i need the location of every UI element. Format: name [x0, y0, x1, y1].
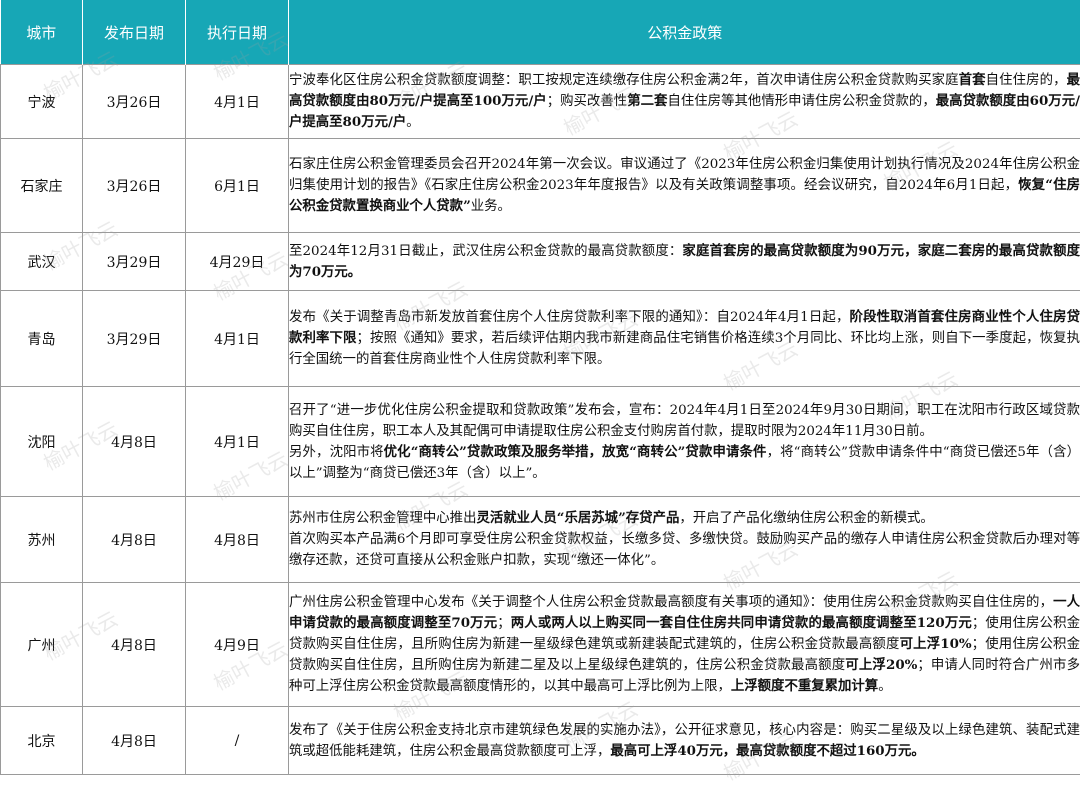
cell-policy: 至2024年12月31日截止，武汉住房公积金贷款的最高贷款额度：家庭首套房的最高…	[289, 233, 1080, 291]
cell-effective-date: /	[186, 707, 289, 775]
policy-text: ；	[497, 616, 510, 631]
cell-release-date: 4月8日	[83, 497, 186, 583]
policy-text: 自住住房的，	[986, 73, 1067, 88]
policy-text: 。	[878, 679, 891, 694]
header-effective-date: 执行日期	[186, 0, 289, 65]
header-release-date: 发布日期	[83, 0, 186, 65]
cell-policy: 召开了“进一步优化住房公积金提取和贷款政策”发布会，宣布：2024年4月1日至2…	[289, 387, 1080, 497]
table-row: 沈阳4月8日4月1日召开了“进一步优化住房公积金提取和贷款政策”发布会，宣布：2…	[1, 387, 1080, 497]
policy-paragraph: 另外，沈阳市将优化“商转公”贷款政策及服务举措，放宽“商转公”贷款申请条件，将“…	[289, 442, 1080, 484]
policy-text: ；购买改善性	[547, 94, 628, 109]
policy-paragraph: 苏州市住房公积金管理中心推出灵活就业人员“乐居苏城”存贷产品，开启了产品化缴纳住…	[289, 508, 1080, 529]
cell-city: 北京	[1, 707, 83, 775]
policy-paragraph: 发布了《关于住房公积金支持北京市建筑绿色发展的实施办法》，公开征求意见，核心内容…	[289, 720, 1080, 762]
cell-effective-date: 4月8日	[186, 497, 289, 583]
policy-text: 。	[406, 115, 419, 130]
cell-policy: 宁波奉化区住房公积金贷款额度调整：职工按规定连续缴存住房公积金满2年，首次申请住…	[289, 65, 1080, 139]
cell-city: 宁波	[1, 65, 83, 139]
table-row: 宁波3月26日4月1日宁波奉化区住房公积金贷款额度调整：职工按规定连续缴存住房公…	[1, 65, 1080, 139]
policy-table: 城市 发布日期 执行日期 公积金政策 宁波3月26日4月1日宁波奉化区住房公积金…	[0, 0, 1080, 775]
cell-release-date: 3月26日	[83, 139, 186, 233]
policy-highlight: 优化“商转公”贷款政策及服务举措，放宽“商转公”贷款申请条件	[384, 444, 767, 460]
policy-highlight: 第二套	[627, 93, 667, 109]
policy-paragraph: 宁波奉化区住房公积金贷款额度调整：职工按规定连续缴存住房公积金满2年，首次申请住…	[289, 70, 1080, 133]
table-row: 苏州4月8日4月8日苏州市住房公积金管理中心推出灵活就业人员“乐居苏城”存贷产品…	[1, 497, 1080, 583]
table-row: 广州4月8日4月9日广州住房公积金管理中心发布《关于调整个人住房公积金贷款最高额…	[1, 583, 1080, 707]
cell-policy: 石家庄住房公积金管理委员会召开2024年第一次会议。审议通过了《2023年住房公…	[289, 139, 1080, 233]
cell-city: 沈阳	[1, 387, 83, 497]
policy-paragraph: 广州住房公积金管理中心发布《关于调整个人住房公积金贷款最高额度有关事项的通知》：…	[289, 592, 1080, 697]
header-policy: 公积金政策	[289, 0, 1080, 65]
cell-city: 青岛	[1, 291, 83, 387]
table-row: 武汉3月29日4月29日至2024年12月31日截止，武汉住房公积金贷款的最高贷…	[1, 233, 1080, 291]
policy-text: 宁波奉化区住房公积金贷款额度调整：职工按规定连续缴存住房公积金满2年，首次申请住…	[289, 73, 959, 88]
cell-policy: 苏州市住房公积金管理中心推出灵活就业人员“乐居苏城”存贷产品，开启了产品化缴纳住…	[289, 497, 1080, 583]
policy-highlight: 可上浮10%	[900, 636, 972, 652]
cell-effective-date: 4月1日	[186, 387, 289, 497]
policy-highlight: 两人或两人以上购买同一套自住住房共同申请贷款的最高额度调整至120万元	[511, 615, 972, 631]
cell-city: 苏州	[1, 497, 83, 583]
cell-effective-date: 4月29日	[186, 233, 289, 291]
policy-paragraph: 召开了“进一步优化住房公积金提取和贷款政策”发布会，宣布：2024年4月1日至2…	[289, 400, 1080, 442]
policy-paragraph: 首次购买本产品满6个月即可享受住房公积金贷款权益，长缴多贷、多缴快贷。鼓励购买产…	[289, 529, 1080, 571]
policy-text: 另外，沈阳市将	[289, 445, 384, 460]
cell-policy: 发布了《关于住房公积金支持北京市建筑绿色发展的实施办法》，公开征求意见，核心内容…	[289, 707, 1080, 775]
table-row: 青岛3月29日4月1日发布《关于调整青岛市新发放首套住房个人住房贷款利率下限的通…	[1, 291, 1080, 387]
cell-effective-date: 4月1日	[186, 291, 289, 387]
policy-paragraph: 石家庄住房公积金管理委员会召开2024年第一次会议。审议通过了《2023年住房公…	[289, 154, 1080, 217]
policy-text: ，开启了产品化缴纳住房公积金的新模式。	[679, 511, 933, 526]
policy-text: 召开了“进一步优化住房公积金提取和贷款政策”发布会，宣布：2024年4月1日至2…	[289, 403, 1080, 439]
header-city: 城市	[1, 0, 83, 65]
cell-city: 广州	[1, 583, 83, 707]
cell-effective-date: 4月1日	[186, 65, 289, 139]
cell-city: 武汉	[1, 233, 83, 291]
policy-text: 广州住房公积金管理中心发布《关于调整个人住房公积金贷款最高额度有关事项的通知》：…	[289, 595, 1053, 610]
policy-text: 至2024年12月31日截止，武汉住房公积金贷款的最高贷款额度：	[289, 244, 682, 259]
policy-paragraph: 发布《关于调整青岛市新发放首套住房个人住房贷款利率下限的通知》：自2024年4月…	[289, 307, 1080, 370]
cell-release-date: 4月8日	[83, 387, 186, 497]
policy-text: 自住住房等其他情形申请住房公积金贷款的，	[667, 94, 935, 109]
policy-text: 石家庄住房公积金管理委员会召开2024年第一次会议。审议通过了《2023年住房公…	[289, 157, 1080, 193]
cell-effective-date: 4月9日	[186, 583, 289, 707]
policy-text: ；按照《通知》要求，若后续评估期内我市新建商品住宅销售价格连续3个月同比、环比均…	[289, 331, 1080, 367]
cell-policy: 发布《关于调整青岛市新发放首套住房个人住房贷款利率下限的通知》：自2024年4月…	[289, 291, 1080, 387]
table-row: 石家庄3月26日6月1日石家庄住房公积金管理委员会召开2024年第一次会议。审议…	[1, 139, 1080, 233]
cell-release-date: 3月29日	[83, 291, 186, 387]
policy-highlight: 可上浮20%	[845, 657, 917, 673]
table-row: 北京4月8日/发布了《关于住房公积金支持北京市建筑绿色发展的实施办法》，公开征求…	[1, 707, 1080, 775]
cell-release-date: 3月26日	[83, 65, 186, 139]
cell-release-date: 3月29日	[83, 233, 186, 291]
table-header-row: 城市 发布日期 执行日期 公积金政策	[1, 0, 1080, 65]
policy-highlight: 最高可上浮40万元，最高贷款额度不超过160万元。	[610, 743, 924, 759]
cell-release-date: 4月8日	[83, 707, 186, 775]
policy-text: 发布《关于调整青岛市新发放首套住房个人住房贷款利率下限的通知》：自2024年4月…	[289, 310, 850, 325]
policy-highlight: 首套	[959, 72, 986, 88]
cell-effective-date: 6月1日	[186, 139, 289, 233]
policy-text: 苏州市住房公积金管理中心推出	[289, 511, 476, 526]
policy-paragraph: 至2024年12月31日截止，武汉住房公积金贷款的最高贷款额度：家庭首套房的最高…	[289, 241, 1080, 283]
policy-text: 首次购买本产品满6个月即可享受住房公积金贷款权益，长缴多贷、多缴快贷。鼓励购买产…	[289, 532, 1080, 568]
cell-release-date: 4月8日	[83, 583, 186, 707]
policy-highlight: 灵活就业人员“乐居苏城”存贷产品	[476, 510, 679, 526]
policy-text: 业务。	[471, 199, 511, 214]
cell-policy: 广州住房公积金管理中心发布《关于调整个人住房公积金贷款最高额度有关事项的通知》：…	[289, 583, 1080, 707]
policy-highlight: 上浮额度不重复累加计算	[731, 678, 878, 694]
cell-city: 石家庄	[1, 139, 83, 233]
